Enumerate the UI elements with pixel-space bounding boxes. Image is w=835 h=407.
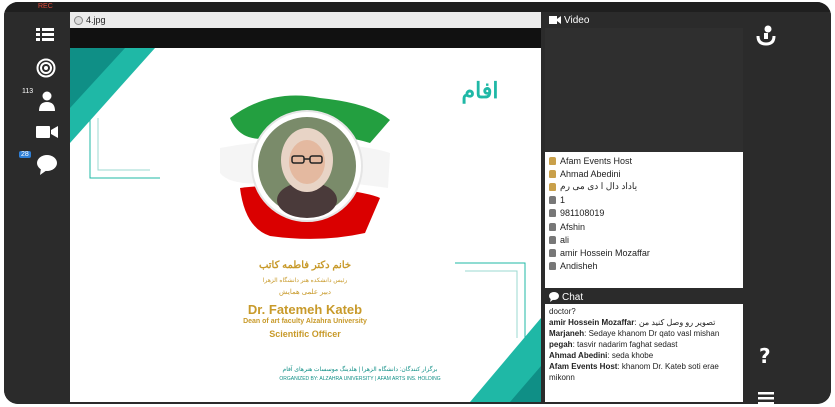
list-item[interactable]: 1: [549, 194, 739, 207]
list-item[interactable]: یاداد دال ا دی می رم: [549, 180, 739, 193]
attendee-list: Afam Events Host Ahmad Abedini یاداد دال…: [545, 152, 743, 288]
list-item[interactable]: 981108019: [549, 207, 739, 220]
camera-icon[interactable]: [36, 125, 58, 139]
list-item[interactable]: Ahmad Abedini: [549, 167, 739, 180]
slide: افام خانم دکتر فاطمه کاتب رئیس دانشکده ه…: [70, 48, 541, 402]
chat-message: Afam Events Host: khanom Dr. Kateb soti …: [549, 362, 719, 382]
users-icon[interactable]: [37, 90, 57, 112]
slide-persian-title: رئیس دانشکده هنر دانشگاه الزهرا: [262, 278, 348, 284]
chat-header: Chat: [545, 290, 743, 304]
chat-message: Marjaneh: Sedaye khanom Dr qato vasl mis…: [549, 329, 720, 338]
presentation-file-name: 4.jpg: [86, 15, 106, 25]
chat-message: doctor?: [549, 307, 576, 316]
host-icon: [549, 156, 556, 165]
video-icon: [549, 16, 561, 24]
list-item[interactable]: amir Hossein Mozaffar: [549, 246, 739, 259]
slide-footer-en: ORGANIZED BY: ALZAHRA UNIVERSITY | AFAM …: [279, 376, 441, 382]
chat-message: Ahmad Abedini: seda khobe: [549, 351, 654, 360]
video-header: Video: [545, 12, 743, 28]
chat-message: amir Hossein Mozaffar: تصویر رو وصل کنید…: [549, 318, 716, 327]
recording-indicator: REC: [38, 3, 53, 10]
list-item[interactable]: ali: [549, 233, 739, 246]
broadcast-icon[interactable]: [36, 58, 56, 78]
slide-name: Dr. Fatemeh Kateb: [247, 302, 363, 317]
chat-messages: doctor? amir Hossein Mozaffar: تصویر رو …: [545, 304, 743, 385]
slide-persian-name: خانم دکتر فاطمه کاتب: [258, 260, 352, 271]
presentation-toolbar: [70, 28, 541, 48]
raise-hand-icon[interactable]: [755, 24, 777, 46]
user-icon: [549, 262, 556, 271]
slide-persian-role: دبیر علمی همایش: [278, 289, 332, 296]
chat-count-badge: 28: [19, 151, 31, 158]
chat-pod: Chat doctor? amir Hossein Mozaffar: تصوی…: [545, 290, 743, 402]
left-toolbar: 113 28: [4, 12, 72, 404]
user-icon: [549, 248, 556, 257]
list-item[interactable]: Afam Events Host: [549, 154, 739, 167]
file-icon: [74, 15, 83, 25]
list-item[interactable]: Afshin: [549, 220, 739, 233]
slide-logo: افام: [461, 78, 499, 103]
chat-title: Chat: [562, 291, 584, 303]
host-icon: [549, 169, 556, 178]
chat-icon: [549, 292, 559, 302]
user-count-badge: 113: [22, 88, 34, 95]
slide-role: Scientific Officer: [269, 329, 341, 339]
list-item[interactable]: Andisheh: [549, 260, 739, 273]
host-icon: [549, 182, 556, 191]
user-icon: [549, 209, 556, 218]
slide-footer-fa: برگزار کنندگان: دانشگاه الزهرا | هلدینگ …: [282, 367, 438, 373]
presentation-header: 4.jpg: [70, 12, 541, 28]
top-bar: REC: [4, 2, 831, 12]
help-button[interactable]: ?: [759, 344, 771, 368]
user-icon: [549, 196, 556, 205]
list-icon[interactable]: [36, 26, 54, 44]
video-pod: Video: [545, 12, 743, 152]
right-toolbar: ?: [747, 12, 831, 404]
menu-icon[interactable]: [758, 390, 774, 404]
presentation-pod: 4.jpg افام خانم دکتر فاطمه کاتب رئیس دان…: [70, 12, 541, 402]
video-title: Video: [564, 14, 590, 26]
chat-message: pegah: tasvir nadarim faghat sedast: [549, 340, 678, 349]
chat-bubble-icon[interactable]: [36, 154, 58, 176]
slide-title: Dean of art faculty Alzahra University: [243, 318, 367, 325]
user-icon: [549, 235, 556, 244]
user-icon: [549, 222, 556, 231]
